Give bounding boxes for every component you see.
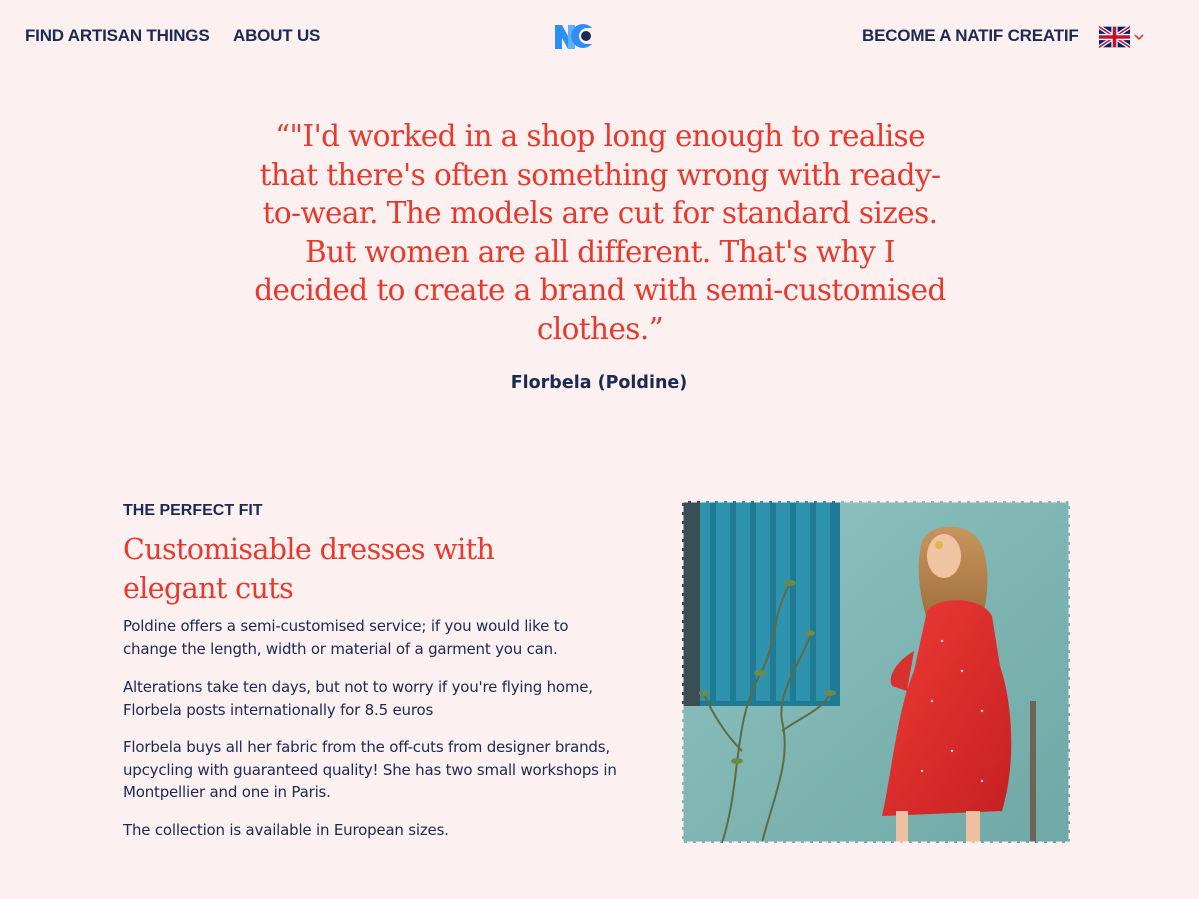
chevron-down-icon (1134, 34, 1144, 41)
feature-paragraph-3: Florbela buys all her fabric from the of… (123, 738, 617, 801)
testimonial-quote: “"I'd worked in a shop long enough to re… (254, 119, 946, 346)
nav-find-artisan-things[interactable]: FIND ARTISAN THINGS (25, 24, 210, 48)
language-selector[interactable] (1099, 25, 1147, 49)
natif-creatif-logo[interactable] (555, 22, 593, 50)
nav-become-natif-creatif[interactable]: BECOME A NATIF CREATIF (862, 24, 1079, 48)
nav-about-us[interactable]: ABOUT US (233, 24, 320, 48)
section-heading: Customisable dresses with elegant cuts (123, 533, 495, 605)
feature-paragraph-2: Alterations take ten days, but not to wo… (123, 678, 593, 719)
feature-paragraph-1: Poldine offers a semi-customised service… (123, 617, 569, 658)
product-photo (682, 501, 1070, 843)
feature-paragraph-4: The collection is available in European … (123, 821, 449, 839)
uk-flag-icon (1099, 26, 1130, 48)
section-eyebrow: THE PERFECT FIT (123, 502, 263, 519)
quote-author: Florbela (Poldine) (510, 373, 688, 393)
